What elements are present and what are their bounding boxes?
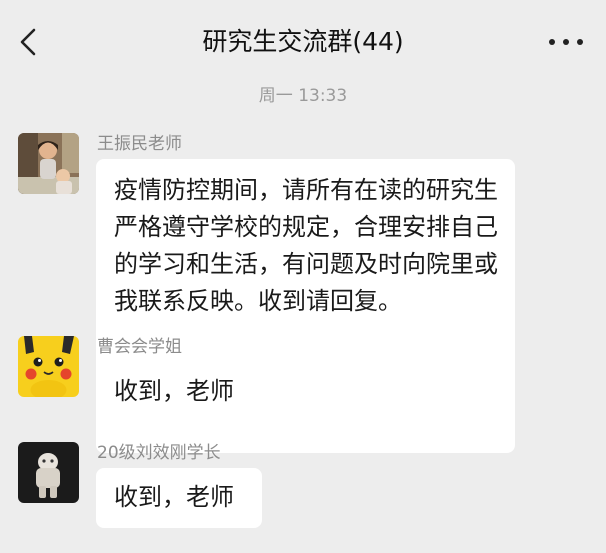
more-button[interactable]	[546, 30, 586, 54]
sender-avatar[interactable]	[18, 336, 79, 397]
sender-name: 20级刘效刚学长	[97, 443, 221, 463]
chat-header: 研究生交流群(44)	[0, 0, 606, 84]
sender-name: 王振民老师	[97, 134, 182, 154]
message-timestamp: 周一 13:33	[258, 86, 348, 106]
sender-name: 曹会会学姐	[97, 337, 182, 357]
more-dots-icon	[549, 39, 583, 45]
pikachu-avatar	[18, 336, 79, 397]
message-bubble[interactable]: 收到，老师	[96, 468, 262, 528]
sender-avatar[interactable]	[18, 133, 79, 194]
message-bubble[interactable]: 收到，老师	[96, 362, 262, 422]
chat-title: 研究生交流群(44)	[202, 27, 404, 56]
sender-avatar[interactable]	[18, 442, 79, 503]
figure-avatar	[18, 442, 79, 503]
photo-avatar	[18, 133, 79, 194]
